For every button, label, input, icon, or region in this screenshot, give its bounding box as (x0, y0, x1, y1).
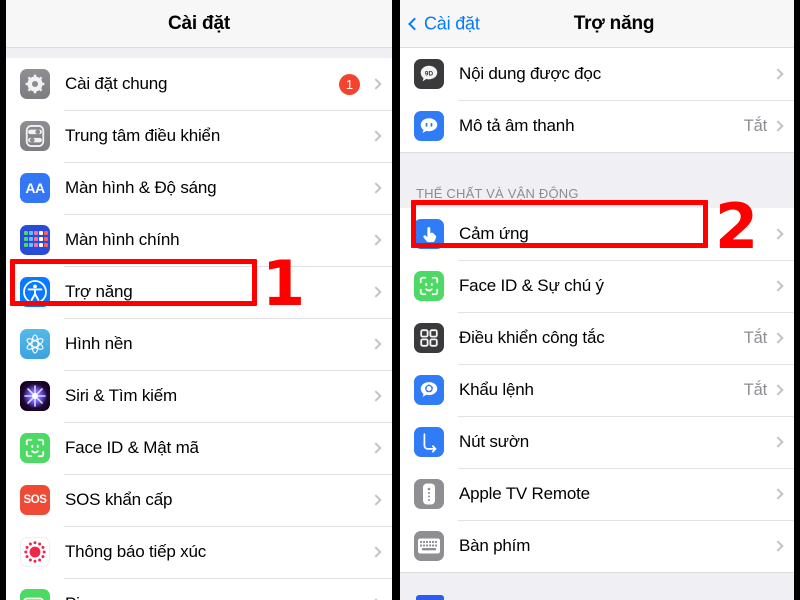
list-item-label: Face ID & Mật mã (65, 438, 199, 457)
list-item-label: Hình nền (65, 334, 133, 353)
face-id-icon (414, 271, 444, 301)
siri-icon (20, 381, 50, 411)
switch-control-icon (414, 323, 444, 353)
list-item[interactable]: 9D Nội dung được đọc (400, 48, 794, 100)
side-button-icon (414, 427, 444, 457)
step-number-one: 1 (262, 247, 306, 320)
list-item-value: Tắt (743, 380, 767, 399)
exposure-notification-icon (20, 537, 50, 567)
chevron-right-icon (370, 338, 382, 350)
list-item-label: Cài đặt chung (65, 74, 168, 93)
list-item-label: Màn hình & Độ sáng (65, 178, 217, 197)
chevron-right-icon (370, 390, 382, 402)
list-item[interactable]: Mô tả âm thanh Tắt (400, 100, 794, 152)
list-item-label: Apple TV Remote (459, 484, 590, 503)
chevron-right-icon (370, 286, 382, 298)
face-id-icon (20, 433, 50, 463)
list-item[interactable]: Khẩu lệnh Tắt (400, 364, 794, 416)
page-title: Trợ năng (573, 12, 655, 34)
accessibility-list-top: 9D Nội dung được đọc Mô tả âm thanh Tắt (400, 48, 794, 152)
chevron-right-icon (772, 488, 784, 500)
left-top-spacer (6, 48, 392, 58)
sos-icon: SOS (20, 485, 50, 515)
chevron-right-icon (370, 78, 382, 90)
list-item-value: Tắt (743, 116, 767, 135)
list-item[interactable]: Màn hình chính (6, 214, 392, 266)
touch-icon (414, 219, 444, 249)
list-item-label: Trợ năng (65, 282, 133, 301)
list-item-label: Nội dung được đọc (459, 64, 601, 83)
chevron-right-icon (370, 546, 382, 558)
chevron-right-icon (370, 182, 382, 194)
keyboard-icon (414, 531, 444, 561)
list-item-label: Bàn phím (459, 536, 531, 555)
list-item[interactable]: Trợ năng (6, 266, 392, 318)
list-item-label: Nút sườn (459, 432, 530, 451)
list-item[interactable]: Face ID & Mật mã (6, 422, 392, 474)
list-item[interactable]: Thông báo tiếp xúc (6, 526, 392, 578)
list-item[interactable]: Apple TV Remote (400, 468, 794, 520)
list-item[interactable]: AA Màn hình & Độ sáng (6, 162, 392, 214)
section-header-hearing: NGHE (400, 572, 794, 600)
home-screen-icon (20, 225, 50, 255)
list-item-label: Màn hình chính (65, 230, 180, 249)
spoken-content-icon: 9D (414, 59, 444, 89)
back-button-label: Cài đặt (424, 13, 480, 33)
accessibility-icon (20, 277, 50, 307)
list-item-label: Điều khiển công tắc (459, 328, 605, 347)
apple-tv-remote-icon (414, 479, 444, 509)
list-item[interactable]: Bàn phím (400, 520, 794, 572)
chevron-right-icon (772, 280, 784, 292)
list-item[interactable]: Cài đặt chung 1 (6, 58, 392, 110)
list-item-label: Khẩu lệnh (459, 380, 534, 399)
back-button[interactable]: Cài đặt (408, 13, 480, 34)
list-item[interactable]: SOS SOS khẩn cấp (6, 474, 392, 526)
list-item-value: Tắt (743, 328, 767, 347)
partial-hearing-icon (416, 595, 444, 600)
step-number-two: 2 (715, 190, 759, 263)
settings-list: Cài đặt chung 1 Trung tâm điều khiển AA Màn … (6, 58, 392, 600)
list-item-label: Trung tâm điều khiển (65, 126, 221, 145)
list-item-label: Thông báo tiếp xúc (65, 542, 206, 561)
chevron-right-icon (370, 494, 382, 506)
svg-text:9D: 9D (425, 70, 434, 77)
list-item[interactable]: Pin (6, 578, 392, 600)
chevron-left-icon (408, 17, 421, 30)
chevron-right-icon (772, 384, 784, 396)
list-item[interactable]: Điều khiển công tắc Tắt (400, 312, 794, 364)
battery-icon (20, 589, 50, 600)
list-item[interactable]: Nút sườn (400, 416, 794, 468)
list-item-label: Mô tả âm thanh (459, 116, 575, 135)
chevron-right-icon (370, 442, 382, 454)
chevron-right-icon (370, 130, 382, 142)
accessibility-panel: Cài đặt Trợ năng 9D Nội dung được đọc Mô t… (400, 0, 794, 600)
list-item-label: Face ID & Sự chú ý (459, 276, 604, 295)
list-item-label: SOS khẩn cấp (65, 490, 173, 509)
voice-control-icon (414, 375, 444, 405)
chevron-right-icon (772, 228, 784, 240)
list-item[interactable]: Trung tâm điều khiển (6, 110, 392, 162)
settings-panel: Cài đặt Cài đặt chung 1 Trung tâm điều khi… (6, 0, 392, 600)
list-item[interactable]: Siri & Tìm kiếm (6, 370, 392, 422)
right-navbar: Cài đặt Trợ năng (400, 0, 794, 48)
list-item[interactable]: Face ID & Sự chú ý (400, 260, 794, 312)
screenshot-root: Cài đặt Cài đặt chung 1 Trung tâm điều khi… (0, 0, 800, 600)
chevron-right-icon (772, 436, 784, 448)
chevron-right-icon (370, 234, 382, 246)
list-item[interactable]: Hình nền (6, 318, 392, 370)
display-brightness-icon: AA (20, 173, 50, 203)
gear-icon (20, 69, 50, 99)
list-item-label: Siri & Tìm kiếm (65, 386, 177, 405)
audio-description-icon (414, 111, 444, 141)
chevron-right-icon (772, 120, 784, 132)
chevron-right-icon (772, 540, 784, 552)
chevron-right-icon (772, 332, 784, 344)
left-navbar: Cài đặt (6, 0, 392, 48)
notification-badge: 1 (339, 73, 360, 95)
page-title: Cài đặt (168, 12, 230, 34)
wallpaper-icon (20, 329, 50, 359)
control-center-icon (20, 121, 50, 151)
chevron-right-icon (772, 68, 784, 80)
list-item-label: Pin (65, 594, 372, 600)
